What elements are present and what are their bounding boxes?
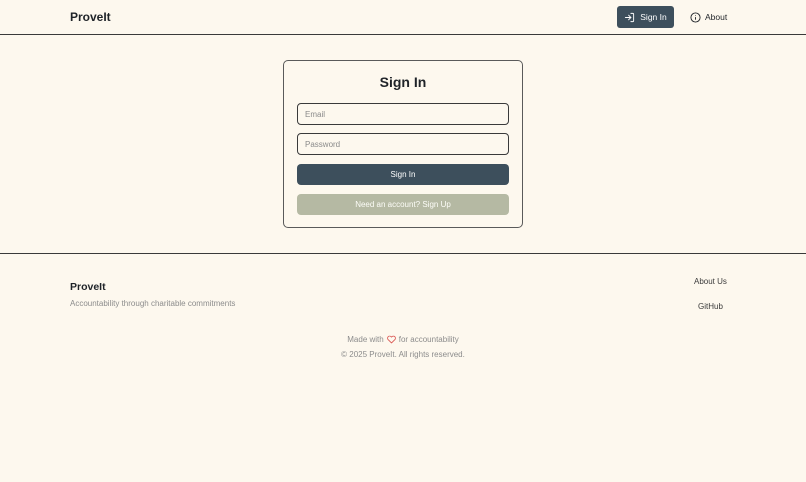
made-with-suffix: for accountability: [398, 335, 459, 344]
footer-brand: ProveIt: [70, 281, 106, 293]
footer-divider: [0, 253, 806, 254]
heart-icon: [386, 335, 396, 344]
top-navbar: ProveIt Sign In About: [0, 0, 806, 35]
sign-in-title: Sign In: [379, 74, 427, 90]
email-input[interactable]: [297, 103, 509, 125]
nav-about-label: About: [705, 12, 728, 22]
footer-link-github[interactable]: GitHub: [698, 302, 723, 311]
nav-sign-in-label: Sign In: [640, 12, 667, 22]
nav-about-button[interactable]: About: [690, 6, 730, 28]
footer-copyright: © 2025 ProveIt. All rights reserved.: [341, 350, 465, 359]
password-input[interactable]: [297, 133, 509, 155]
info-icon: [690, 11, 701, 23]
footer-tagline: Accountability through charitable commit…: [70, 299, 236, 308]
sign-up-toggle-button[interactable]: Need an account? Sign Up: [297, 194, 509, 215]
footer-made-with: Made with for accountability: [0, 335, 806, 344]
made-with-prefix: Made with: [347, 335, 384, 344]
sign-in-icon: [624, 12, 635, 23]
sign-in-card: Sign In Sign In Need an account? Sign Up: [283, 60, 523, 228]
sign-in-submit-button[interactable]: Sign In: [297, 164, 509, 185]
nav-sign-in-button[interactable]: Sign In: [617, 6, 674, 28]
brand-logo[interactable]: ProveIt: [70, 10, 111, 24]
footer-link-about-us[interactable]: About Us: [694, 277, 727, 286]
